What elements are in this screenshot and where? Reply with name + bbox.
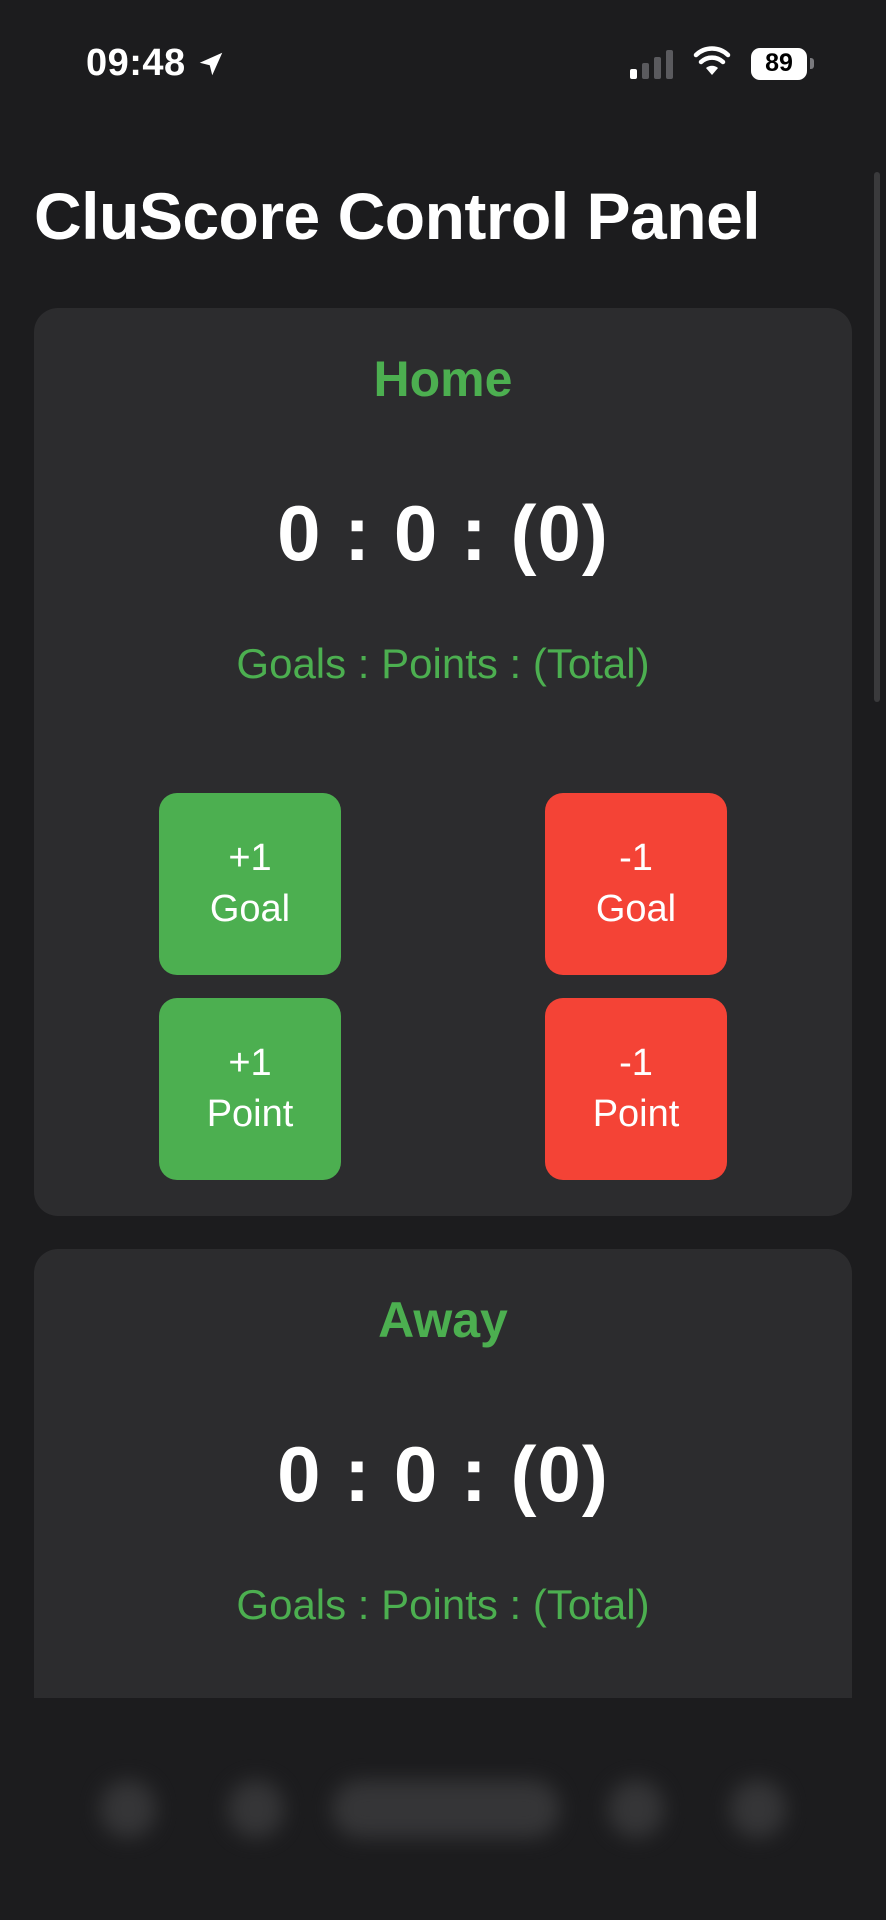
status-bar: 09:48 89 xyxy=(0,0,886,130)
page-title: CluScore Control Panel xyxy=(34,179,761,253)
status-time-group: 09:48 xyxy=(86,42,226,85)
away-score: 0 : 0 : (0) xyxy=(277,1430,609,1518)
button-line-1: +1 xyxy=(228,1042,272,1084)
toolbar-forward-button[interactable] xyxy=(228,1780,284,1838)
bottom-toolbar xyxy=(0,1698,886,1920)
button-line-2: Point xyxy=(206,1093,294,1135)
scroll-indicator[interactable] xyxy=(874,172,880,702)
button-line-1: +1 xyxy=(228,837,272,879)
home-subtract-point-button[interactable]: -1 Point xyxy=(545,998,727,1180)
away-team-card: Away 0 : 0 : (0) Goals : Points : (Total… xyxy=(34,1249,852,1699)
toolbar-address-bar[interactable] xyxy=(332,1780,560,1838)
toolbar-back-button[interactable] xyxy=(100,1780,156,1838)
battery-level: 89 xyxy=(751,47,807,80)
battery-icon: 89 xyxy=(751,47,814,80)
location-arrow-icon xyxy=(196,49,226,79)
away-team-name: Away xyxy=(378,1292,508,1348)
wifi-icon xyxy=(693,46,731,81)
toolbar-tabs-button[interactable] xyxy=(730,1780,786,1838)
button-line-2: Goal xyxy=(595,888,677,930)
button-line-1: -1 xyxy=(619,837,653,879)
button-line-2: Point xyxy=(592,1093,680,1135)
home-score: 0 : 0 : (0) xyxy=(277,489,609,577)
home-team-card: Home 0 : 0 : (0) Goals : Points : (Total… xyxy=(34,308,852,1216)
away-score-legend: Goals : Points : (Total) xyxy=(236,1581,650,1628)
status-indicators: 89 xyxy=(630,46,814,81)
button-line-2: Goal xyxy=(209,888,291,930)
home-add-point-button[interactable]: +1 Point xyxy=(159,998,341,1180)
home-add-goal-button[interactable]: +1 Goal xyxy=(159,793,341,975)
home-score-legend: Goals : Points : (Total) xyxy=(236,640,650,687)
home-team-name: Home xyxy=(373,351,513,407)
toolbar-share-button[interactable] xyxy=(608,1780,664,1838)
status-time: 09:48 xyxy=(86,42,186,84)
cellular-signal-icon xyxy=(630,49,673,79)
home-subtract-goal-button[interactable]: -1 Goal xyxy=(545,793,727,975)
button-line-1: -1 xyxy=(619,1042,653,1084)
